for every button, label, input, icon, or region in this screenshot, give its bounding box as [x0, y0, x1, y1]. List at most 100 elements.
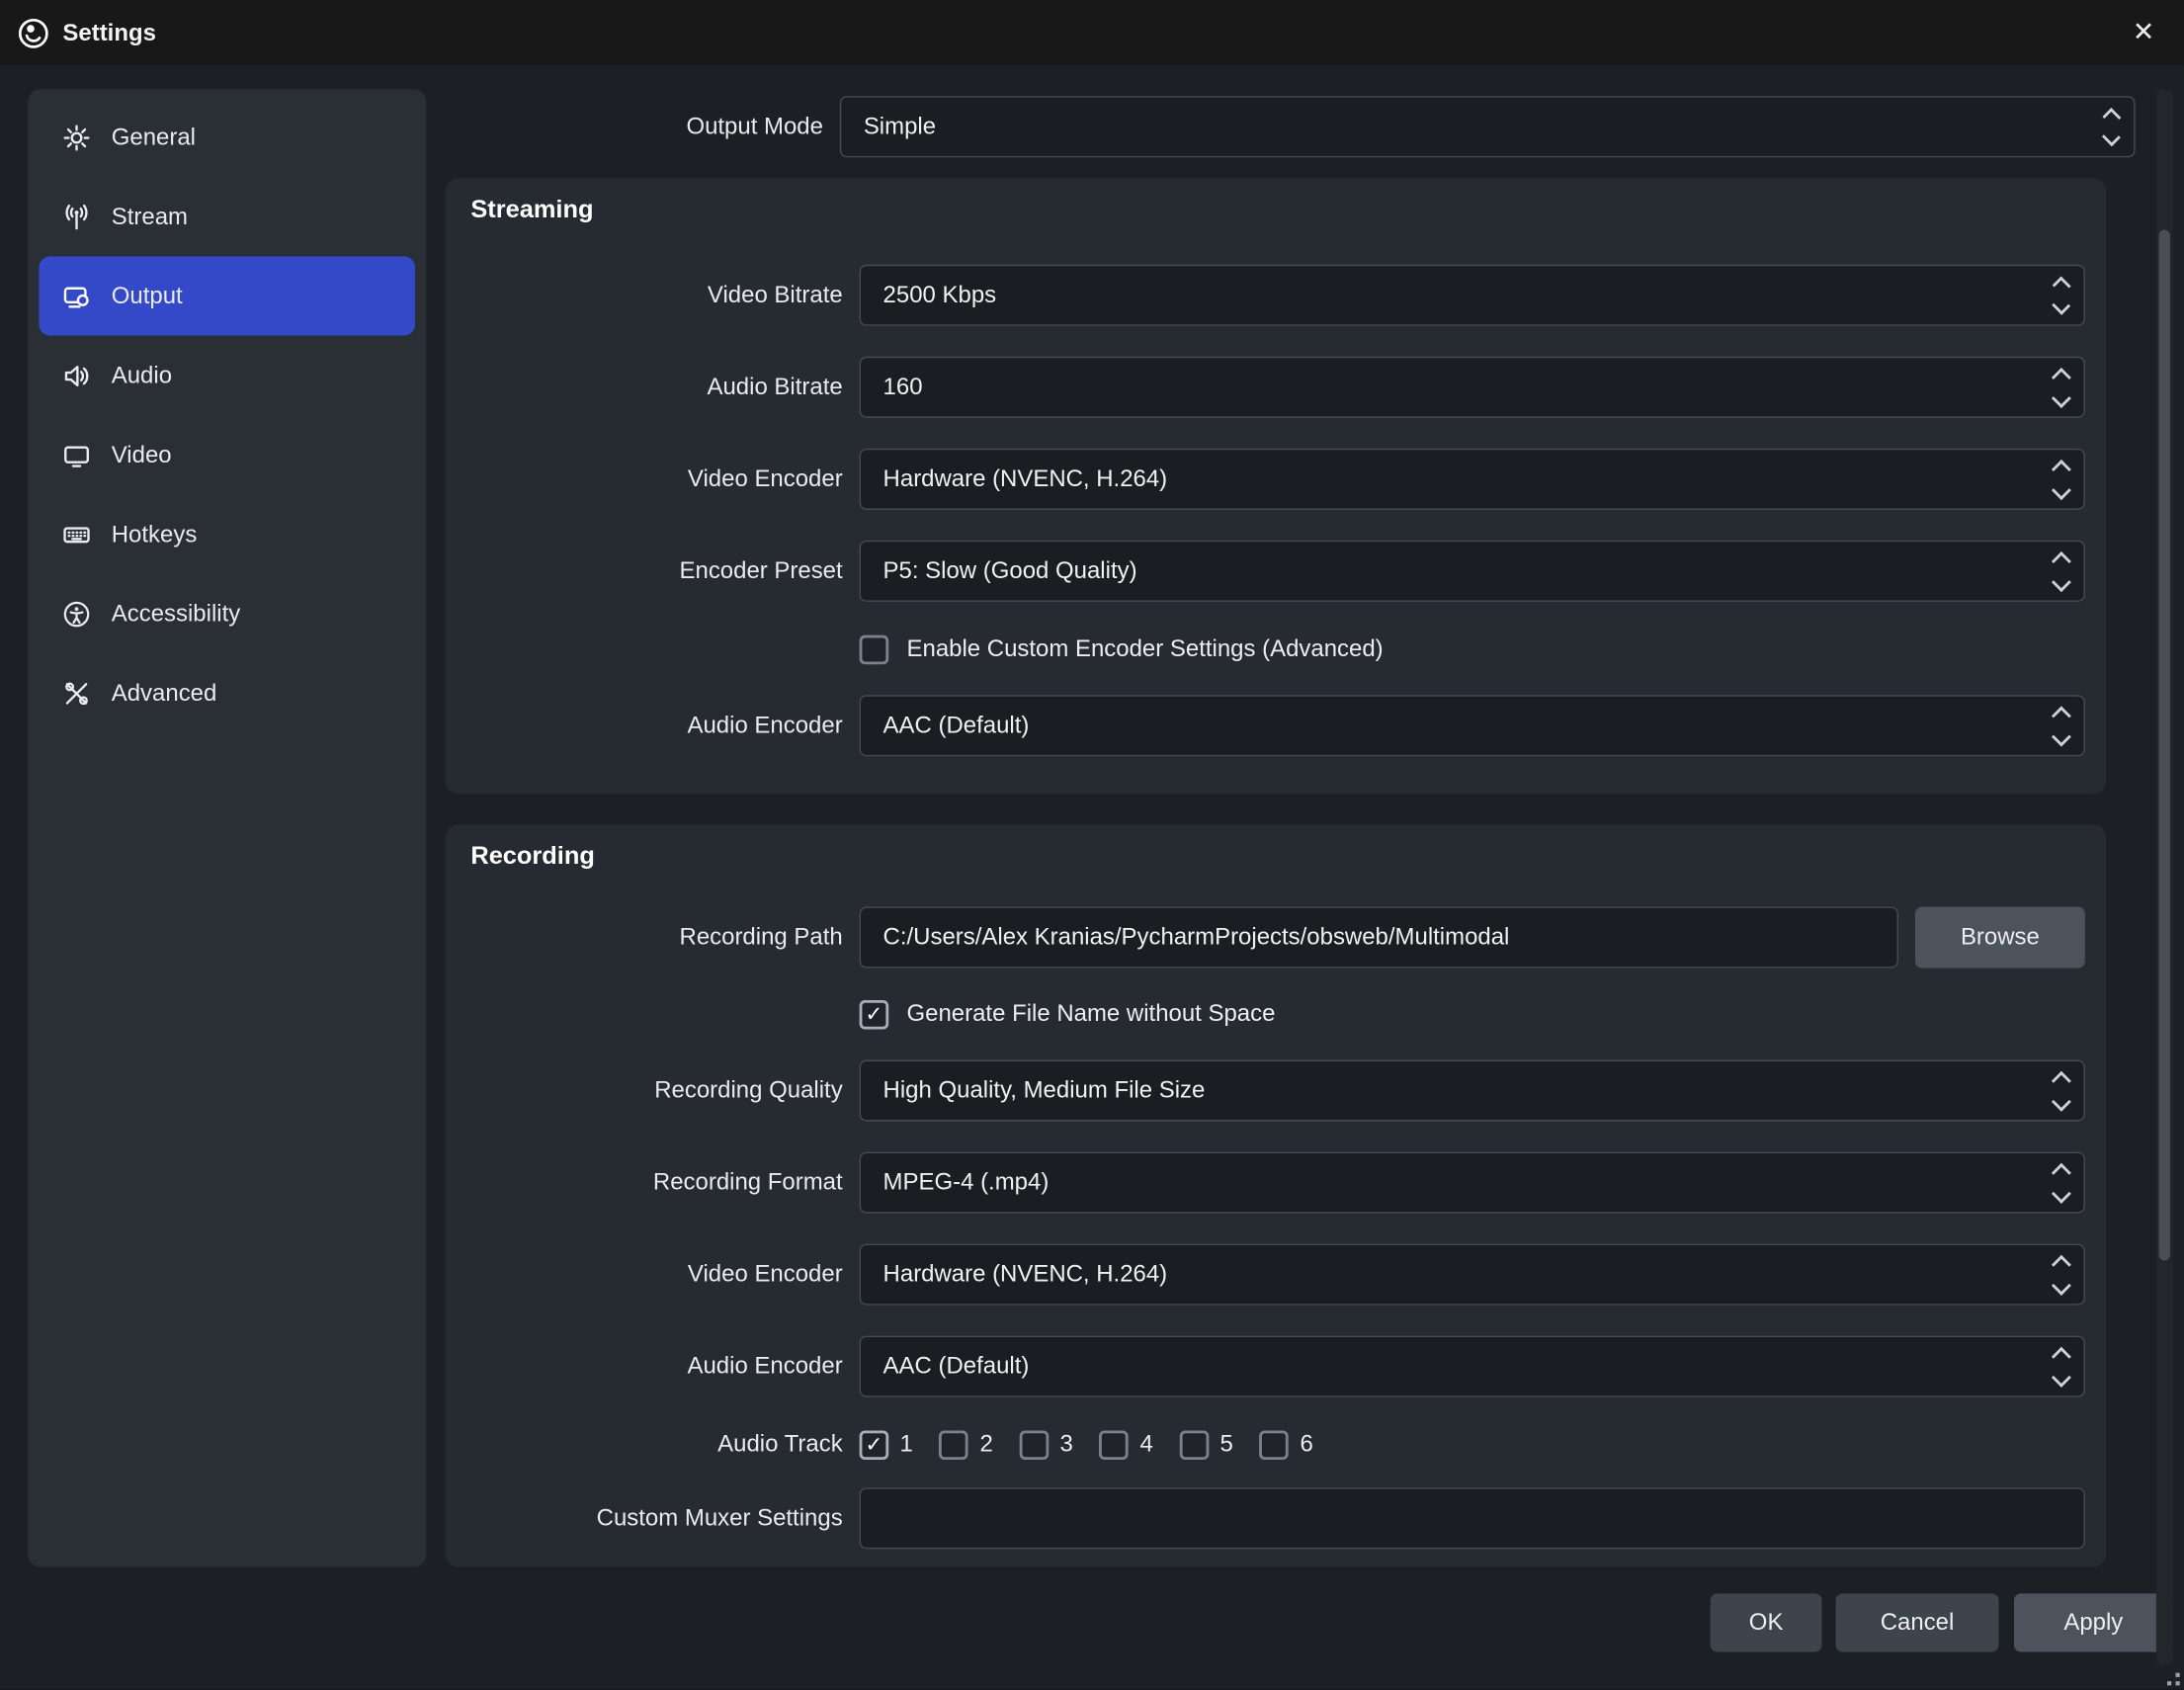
encoder-preset-select[interactable]: P5: Slow (Good Quality): [860, 541, 2085, 602]
chevron-down-icon[interactable]: [2052, 571, 2071, 591]
stream-video-encoder-select[interactable]: Hardware (NVENC, H.264): [860, 449, 2085, 510]
sidebar-item-hotkeys[interactable]: Hotkeys: [39, 494, 415, 573]
video-bitrate-spinbox[interactable]: 2500 Kbps: [860, 265, 2085, 326]
generate-filename-checkbox[interactable]: [860, 999, 889, 1029]
audio-track-1-label: 1: [899, 1430, 912, 1458]
sidebar-item-stream[interactable]: Stream: [39, 177, 415, 256]
encoder-preset-label: Encoder Preset: [470, 557, 842, 585]
accessibility-icon: [61, 598, 92, 629]
sidebar-item-label: Hotkeys: [112, 520, 198, 548]
sidebar-item-video[interactable]: Video: [39, 415, 415, 494]
spinner: [2055, 542, 2068, 600]
audio-track-4-checkbox[interactable]: [1100, 1430, 1130, 1460]
audio-track-3: 3: [1020, 1430, 1073, 1460]
sidebar-item-advanced[interactable]: Advanced: [39, 653, 415, 732]
sidebar-item-audio[interactable]: Audio: [39, 336, 415, 415]
browse-button[interactable]: Browse: [1915, 907, 2085, 969]
recording-section-title: Recording: [470, 841, 2084, 878]
cancel-button[interactable]: Cancel: [1836, 1593, 1999, 1651]
recording-video-encoder-value: Hardware (NVENC, H.264): [883, 1261, 1168, 1289]
audio-bitrate-row: Audio Bitrate 160: [470, 357, 2084, 418]
chevron-up-icon[interactable]: [2052, 706, 2071, 725]
sidebar-item-accessibility[interactable]: Accessibility: [39, 574, 415, 653]
generate-filename-row: Generate File Name without Space: [860, 997, 2085, 1031]
custom-encoder-settings-checkbox[interactable]: [860, 634, 889, 664]
custom-encoder-settings-label: Enable Custom Encoder Settings (Advanced…: [907, 635, 1384, 663]
custom-encoder-settings-row: Enable Custom Encoder Settings (Advanced…: [860, 633, 2085, 666]
chevron-up-icon[interactable]: [2052, 1254, 2071, 1274]
settings-window: Settings ✕ General Stream: [0, 0, 2184, 1690]
chevron-up-icon[interactable]: [2052, 367, 2071, 386]
resize-grip[interactable]: [2160, 1666, 2180, 1686]
custom-muxer-label: Custom Muxer Settings: [470, 1504, 842, 1532]
recording-path-input[interactable]: [860, 907, 1898, 969]
chevron-down-icon[interactable]: [2053, 296, 2070, 313]
ok-button[interactable]: OK: [1711, 1593, 1822, 1651]
scrollbar-track[interactable]: [2156, 89, 2173, 1665]
chevron-down-icon[interactable]: [2052, 387, 2071, 407]
chevron-up-icon[interactable]: [2052, 459, 2071, 478]
recording-section: Recording Recording Path Browse Generate…: [446, 824, 2106, 1566]
chevron-down-icon[interactable]: [2052, 1367, 2071, 1387]
audio-track-6: 6: [1260, 1430, 1313, 1460]
chevron-down-icon[interactable]: [2052, 1183, 2071, 1203]
audio-track-2-checkbox[interactable]: [940, 1430, 969, 1460]
chevron-up-icon[interactable]: [2052, 1346, 2071, 1366]
keyboard-icon: [61, 519, 92, 549]
output-icon: [61, 281, 92, 311]
spinner: [2055, 1337, 2068, 1395]
sidebar-item-label: Stream: [112, 203, 188, 230]
stream-video-encoder-value: Hardware (NVENC, H.264): [883, 465, 1168, 493]
chevron-up-icon[interactable]: [2052, 1070, 2071, 1090]
audio-track-label: Audio Track: [470, 1430, 842, 1458]
output-mode-select[interactable]: Simple: [840, 96, 2136, 157]
audio-track-5: 5: [1180, 1430, 1233, 1460]
custom-muxer-input[interactable]: [860, 1487, 2085, 1549]
audio-track-group: 1 2 3 4 5: [860, 1428, 1327, 1462]
chevron-down-icon[interactable]: [2052, 1091, 2071, 1111]
stream-audio-encoder-value: AAC (Default): [883, 712, 1030, 739]
audio-track-3-checkbox[interactable]: [1020, 1430, 1050, 1460]
settings-sidebar: General Stream Output: [28, 89, 426, 1566]
recording-video-encoder-row: Video Encoder Hardware (NVENC, H.264): [470, 1244, 2084, 1306]
chevron-down-icon[interactable]: [2052, 726, 2071, 746]
stream-audio-encoder-select[interactable]: AAC (Default): [860, 695, 2085, 756]
sidebar-item-output[interactable]: Output: [39, 256, 415, 335]
chevron-down-icon[interactable]: [2052, 479, 2071, 499]
chevron-up-icon[interactable]: [2052, 550, 2071, 570]
recording-path-label: Recording Path: [470, 923, 842, 951]
chevron-down-icon[interactable]: [2102, 127, 2120, 145]
recording-audio-encoder-select[interactable]: AAC (Default): [860, 1336, 2085, 1397]
audio-track-5-checkbox[interactable]: [1180, 1430, 1210, 1460]
recording-video-encoder-select[interactable]: Hardware (NVENC, H.264): [860, 1244, 2085, 1306]
sidebar-item-general[interactable]: General: [39, 98, 415, 177]
antenna-icon: [61, 202, 92, 232]
scrollbar-thumb[interactable]: [2159, 230, 2170, 1261]
audio-track-1-checkbox[interactable]: [860, 1430, 889, 1460]
display-icon: [61, 440, 92, 470]
gear-icon: [61, 122, 92, 152]
chevron-up-icon[interactable]: [2053, 277, 2070, 295]
close-button[interactable]: ✕: [2114, 0, 2172, 65]
spinner: [2055, 266, 2068, 324]
video-bitrate-value: 2500 Kbps: [883, 282, 997, 309]
spinner: [2055, 1061, 2068, 1120]
recording-quality-select[interactable]: High Quality, Medium File Size: [860, 1060, 2085, 1122]
audio-track-4-label: 4: [1139, 1430, 1152, 1458]
audio-track-4: 4: [1100, 1430, 1153, 1460]
spinner: [2055, 358, 2068, 416]
tools-icon: [61, 678, 92, 709]
recording-audio-encoder-row: Audio Encoder AAC (Default): [470, 1336, 2084, 1397]
audio-bitrate-select[interactable]: 160: [860, 357, 2085, 418]
audio-track-6-checkbox[interactable]: [1260, 1430, 1290, 1460]
encoder-preset-row: Encoder Preset P5: Slow (Good Quality): [470, 541, 2084, 602]
stream-audio-encoder-row: Audio Encoder AAC (Default): [470, 695, 2084, 756]
chevron-up-icon[interactable]: [2102, 109, 2120, 127]
recording-format-select[interactable]: MPEG-4 (.mp4): [860, 1152, 2085, 1214]
chevron-up-icon[interactable]: [2052, 1162, 2071, 1182]
audio-track-6-label: 6: [1300, 1430, 1312, 1458]
custom-muxer-row: Custom Muxer Settings: [470, 1487, 2084, 1549]
sidebar-item-label: Video: [112, 441, 172, 468]
chevron-down-icon[interactable]: [2052, 1275, 2071, 1295]
apply-button[interactable]: Apply: [2014, 1593, 2173, 1651]
